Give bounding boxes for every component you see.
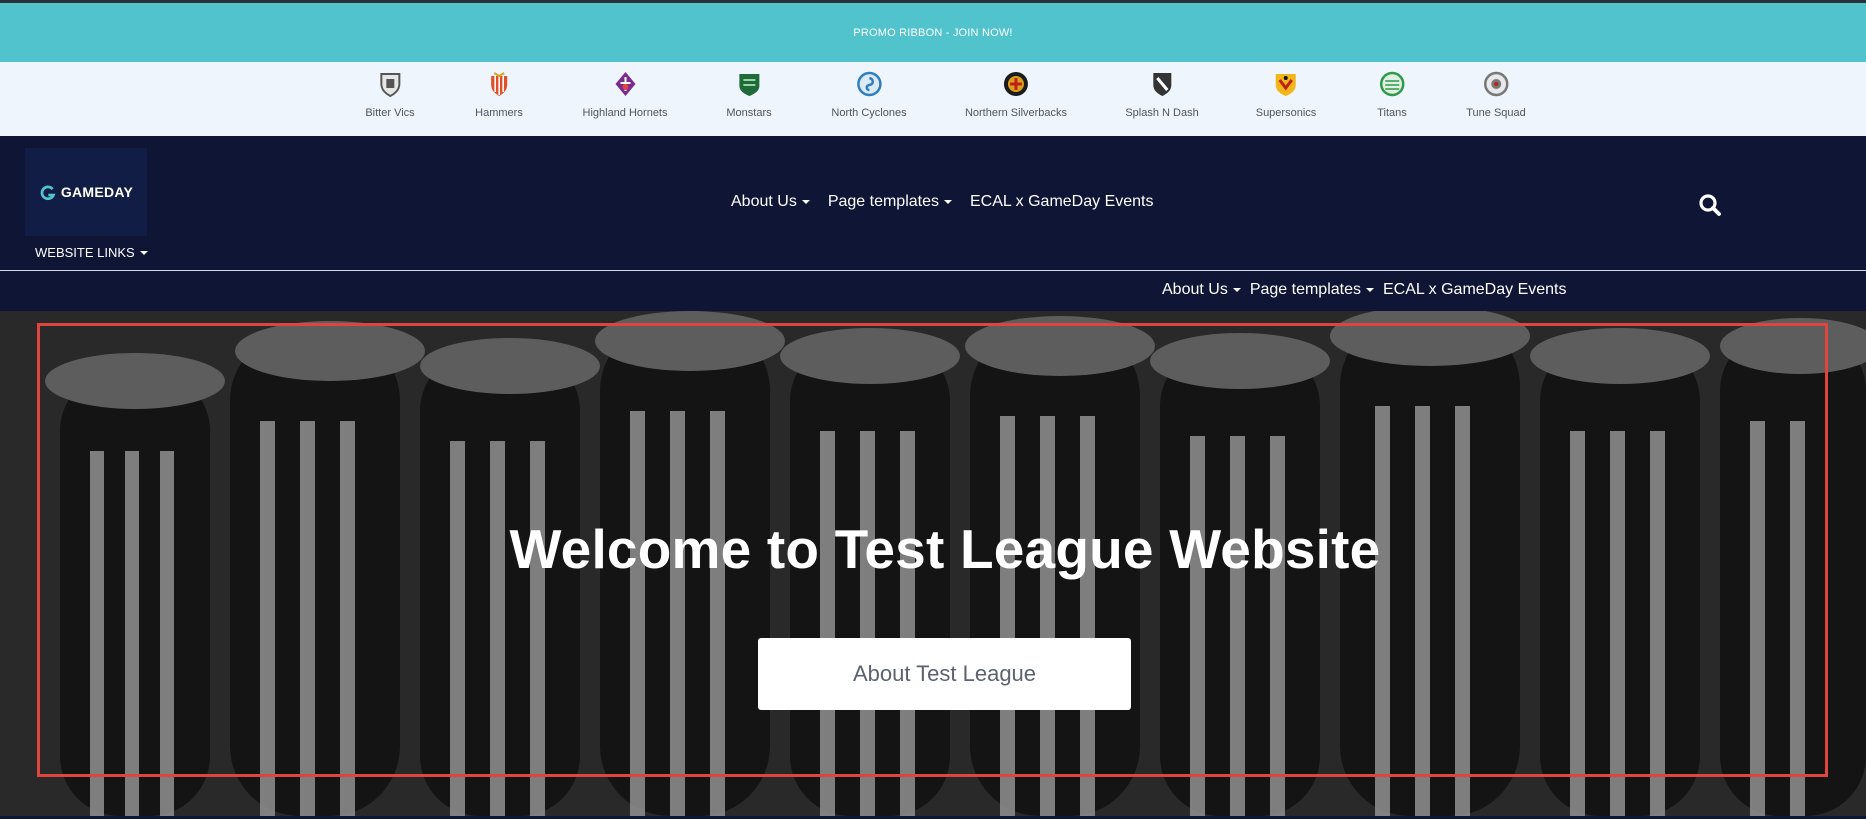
main-menu-about-us[interactable]: About Us: [731, 193, 810, 211]
menu-label: About Us: [731, 193, 797, 210]
hammers-crest-icon: [490, 72, 507, 96]
chevron-down-icon: [139, 250, 148, 255]
club-name: Northern Silverbacks: [964, 107, 1068, 119]
club-link-splash-n-dash[interactable]: Splash N Dash: [1125, 70, 1199, 119]
menu-label: About Us: [1162, 281, 1228, 298]
tune-squad-crest-icon: [1483, 71, 1509, 97]
main-menu-page-templates[interactable]: Page templates: [828, 193, 952, 211]
club-name: Highland Hornets: [582, 107, 668, 119]
club-link-monstars[interactable]: Monstars: [726, 70, 772, 119]
hero-title: Welcome to Test League Website: [509, 518, 1381, 580]
splash-n-dash-crest-icon: [1153, 73, 1171, 96]
hero-banner: Welcome to Test League Website About Tes…: [0, 311, 1866, 816]
secondary-menu-page-templates[interactable]: Page templates: [1250, 281, 1374, 299]
club-link-north-cyclones[interactable]: North Cyclones: [831, 70, 907, 119]
north-cyclones-crest-icon: [856, 71, 882, 97]
club-name: North Cyclones: [831, 107, 907, 119]
menu-label: Page templates: [827, 193, 939, 210]
menu-label: ECAL x GameDay Events: [1383, 281, 1567, 298]
menu-label: ECAL x GameDay Events: [970, 193, 1154, 210]
club-name: Bitter Vics: [365, 107, 415, 119]
main-menu-ecal-events[interactable]: ECAL x GameDay Events: [970, 193, 1153, 211]
gameday-logo-icon: [40, 185, 56, 200]
website-links-dropdown[interactable]: WEBSITE LINKS: [35, 245, 148, 260]
chevron-down-icon: [1366, 288, 1374, 292]
supersonics-crest-icon: [1275, 74, 1296, 96]
club-name: Titans: [1377, 107, 1407, 119]
highland-hornets-crest-icon: [615, 72, 635, 96]
secondary-menu-ecal-events[interactable]: ECAL x GameDay Events: [1383, 281, 1566, 299]
about-test-league-button[interactable]: About Test League: [758, 638, 1131, 710]
chevron-down-icon: [944, 200, 952, 204]
club-link-bitter-vics[interactable]: Bitter Vics: [365, 70, 415, 119]
main-navigation: GAMEDAY WEBSITE LINKS About Us Page temp…: [0, 136, 1866, 270]
club-link-titans[interactable]: Titans: [1377, 70, 1407, 119]
club-link-highland-hornets[interactable]: Highland Hornets: [583, 70, 668, 119]
monstars-crest-icon: [739, 74, 759, 96]
bitter-vics-crest-icon: [380, 73, 400, 98]
chevron-down-icon: [1232, 288, 1241, 292]
club-link-tune-squad[interactable]: Tune Squad: [1466, 70, 1526, 119]
club-name: Monstars: [726, 107, 772, 119]
secondary-menu: About Us Page templates ECAL x GameDay E…: [1162, 281, 1566, 299]
promo-ribbon[interactable]: PROMO RIBBON - JOIN NOW!: [0, 3, 1866, 62]
chevron-down-icon: [801, 200, 810, 204]
titans-crest-icon: [1379, 71, 1405, 97]
secondary-menu-about-us[interactable]: About Us: [1162, 281, 1241, 299]
club-name: Tune Squad: [1466, 107, 1526, 119]
club-name: Hammers: [475, 107, 523, 119]
club-strip: Bitter Vics Hammers Highland Hornets Mon…: [0, 62, 1866, 136]
search-icon[interactable]: [1698, 193, 1722, 217]
gameday-logo[interactable]: GAMEDAY: [25, 148, 147, 236]
menu-label: Page templates: [1249, 281, 1361, 298]
club-link-supersonics[interactable]: Supersonics: [1255, 70, 1317, 119]
club-link-hammers[interactable]: Hammers: [475, 70, 523, 119]
promo-text: PROMO RIBBON - JOIN NOW!: [853, 26, 1013, 39]
northern-silverbacks-crest-icon: [1004, 72, 1028, 96]
logo-text: GAMEDAY: [60, 184, 134, 200]
website-links-label: WEBSITE LINKS: [35, 245, 135, 260]
club-link-northern-silverbacks[interactable]: Northern Silverbacks: [965, 70, 1067, 119]
club-name: Supersonics: [1255, 107, 1317, 119]
club-name: Splash N Dash: [1125, 107, 1199, 119]
main-menu: About Us Page templates ECAL x GameDay E…: [731, 193, 1153, 211]
secondary-navigation: About Us Page templates ECAL x GameDay E…: [0, 271, 1866, 311]
